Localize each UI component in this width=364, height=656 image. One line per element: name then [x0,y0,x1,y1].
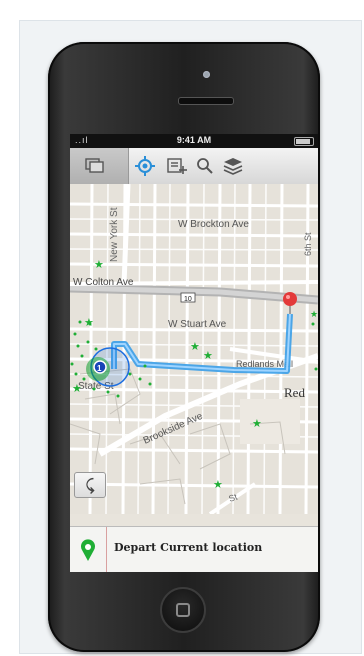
layers-panel-icon[interactable] [84,156,106,176]
w-stuart-ave-label: W Stuart Ave [168,319,227,330]
location-badge: 1 [97,364,102,373]
svg-text:★: ★ [310,309,318,319]
map-view[interactable]: New York St W Brockton Ave 6th St W Colt… [70,184,318,514]
home-button[interactable] [160,587,206,633]
route-10-label: 10 [184,296,192,303]
status-bar: ..ıl 9:41 AM [70,134,318,148]
svg-text:★: ★ [84,317,94,329]
earpiece-speaker [178,97,234,105]
svg-text:★: ★ [252,418,262,430]
directions-divider [106,527,107,572]
direction-instruction: Depart Current location [114,541,263,554]
camera-dot [203,71,210,78]
w-brockton-ave-label: W Brockton Ave [178,219,249,230]
city-block [240,399,300,444]
new-york-st-label: New York St [109,207,120,262]
status-time: 9:41 AM [176,135,212,145]
red-label: Red [284,385,305,400]
route-toggle-button[interactable]: ⤹ [74,472,106,498]
add-note-icon[interactable] [166,156,188,176]
locate-icon[interactable] [134,156,156,176]
directions-bar[interactable]: Depart Current location [70,526,318,572]
start-marker-icon [80,539,96,566]
battery-icon [294,137,314,146]
w-colton-ave-label: W Colton Ave [73,277,134,288]
svg-text:★: ★ [203,350,213,362]
sixth-st-label: 6th St [303,232,313,256]
svg-text:★: ★ [94,259,104,271]
map-canvas[interactable]: New York St W Brockton Ave 6th St W Colt… [70,184,318,514]
search-icon[interactable] [194,156,216,176]
svg-text:★: ★ [213,479,223,491]
basemap-layers-icon[interactable] [222,156,244,176]
phone-screen: ..ıl 9:41 AM New York St W Brockton Ave … [70,134,318,572]
svg-text:★: ★ [72,383,82,395]
svg-text:★: ★ [190,341,200,353]
map-toolbar [70,148,318,185]
home-square-icon [176,603,190,617]
